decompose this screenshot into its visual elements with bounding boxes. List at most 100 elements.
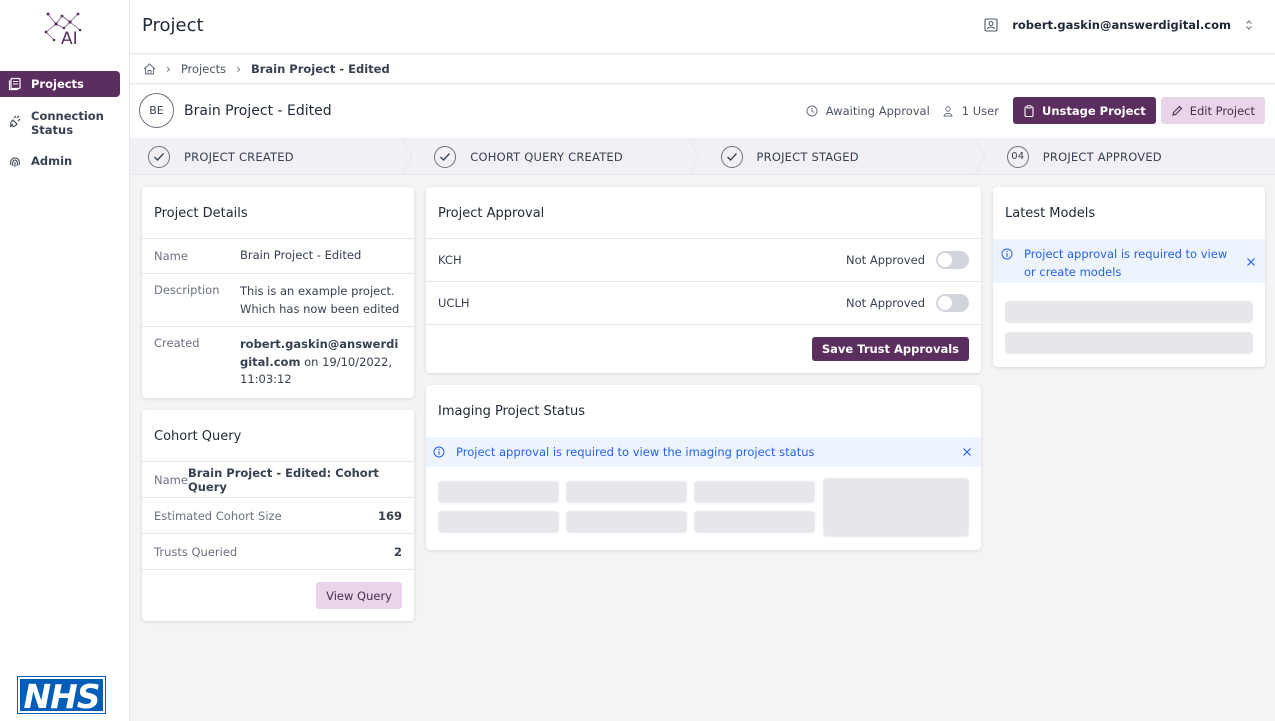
skeleton-placeholder bbox=[566, 511, 687, 533]
breadcrumb-projects-link[interactable]: Projects bbox=[181, 62, 226, 76]
sidebar-item-label: Connection Status bbox=[31, 109, 104, 137]
unstage-project-label: Unstage Project bbox=[1041, 103, 1146, 118]
cohort-label: Estimated Cohort Size bbox=[154, 508, 282, 523]
info-icon bbox=[433, 446, 445, 458]
sidebar-item-connection-status[interactable]: Connection Status bbox=[0, 109, 125, 137]
check-icon bbox=[148, 145, 170, 168]
imaging-info-alert: Project approval is required to view the… bbox=[426, 437, 981, 467]
project-avatar: BE bbox=[139, 93, 174, 128]
step-project-staged: PROJECT STAGED bbox=[703, 138, 989, 175]
detail-value: This is an example project. Which has no… bbox=[240, 284, 400, 316]
sidebar-item-admin[interactable]: Admin bbox=[0, 154, 120, 169]
breadcrumb-current: Brain Project - Edited bbox=[250, 62, 390, 76]
step-number: 04 bbox=[1006, 145, 1029, 168]
step-label: PROJECT APPROVED bbox=[1042, 149, 1162, 164]
sidebar-item-label: Projects bbox=[31, 77, 84, 91]
detail-row-created: Created robert.gaskin@answerdigital.com … bbox=[142, 327, 414, 397]
sidebar: AI Projects Connection Status Admin NHS bbox=[0, 0, 130, 721]
view-query-button[interactable]: View Query bbox=[316, 582, 402, 609]
logo-text: AI bbox=[61, 29, 78, 48]
step-divider bbox=[974, 138, 986, 175]
edit-project-button[interactable]: Edit Project bbox=[1160, 97, 1265, 124]
detail-value: Brain Project - Edited bbox=[240, 248, 362, 263]
alert-message: Project approval is required to view the… bbox=[456, 445, 815, 459]
detail-label: Created bbox=[154, 336, 200, 350]
chevron-right-icon: › bbox=[166, 62, 171, 76]
check-icon bbox=[720, 145, 743, 168]
cohort-row-name: Name Brain Project - Edited: Cohort Quer… bbox=[142, 462, 414, 498]
project-name: Brain Project - Edited bbox=[184, 103, 332, 119]
imaging-status-card: Imaging Project Status Project approval … bbox=[426, 385, 981, 550]
top-header: Project robert.gaskin@answerdigital.com bbox=[130, 0, 1275, 54]
save-trust-approvals-button[interactable]: Save Trust Approvals bbox=[811, 337, 969, 361]
trust-name: KCH bbox=[438, 253, 462, 267]
card-title: Project Details bbox=[142, 187, 414, 239]
detail-value: robert.gaskin@answerdigital.com on 19/10… bbox=[240, 336, 402, 397]
trust-name: UCLH bbox=[438, 296, 470, 310]
detail-label: Name bbox=[154, 249, 188, 263]
alert-message: Project approval is required to view or … bbox=[1024, 247, 1228, 279]
app-logo[interactable]: AI bbox=[40, 10, 86, 49]
user-menu[interactable]: robert.gaskin@answerdigital.com bbox=[984, 18, 1253, 32]
chevron-right-icon: › bbox=[236, 62, 241, 76]
cohort-value: Brain Project - Edited: Cohort Query bbox=[187, 465, 379, 494]
card-title: Imaging Project Status bbox=[438, 404, 585, 419]
nhs-logo: NHS bbox=[17, 676, 106, 715]
clock-icon bbox=[806, 105, 818, 116]
project-header: BE Brain Project - Edited Awaiting Appro… bbox=[130, 85, 1275, 138]
pencil-icon bbox=[1172, 105, 1182, 116]
skeleton-placeholder bbox=[1005, 332, 1253, 354]
users-count: 1 User bbox=[961, 103, 999, 118]
edit-project-label: Edit Project bbox=[1189, 103, 1255, 118]
detail-row-description: Description This is an example project. … bbox=[142, 274, 414, 327]
save-trust-approvals-label: Save Trust Approvals bbox=[821, 342, 959, 356]
cohort-row-trusts: Trusts Queried 2 bbox=[142, 534, 414, 570]
step-project-approved: 04 PROJECT APPROVED bbox=[989, 138, 1275, 175]
skeleton-placeholder bbox=[438, 511, 559, 533]
breadcrumb: › Projects › Brain Project - Edited bbox=[130, 55, 1275, 84]
projects-icon bbox=[8, 77, 21, 91]
close-icon[interactable] bbox=[962, 447, 972, 457]
step-divider bbox=[402, 138, 413, 175]
skeleton-placeholder bbox=[438, 481, 559, 503]
card-title: Latest Models bbox=[1005, 206, 1096, 221]
close-icon[interactable] bbox=[1246, 257, 1256, 267]
step-divider bbox=[688, 138, 700, 175]
home-icon[interactable] bbox=[143, 63, 156, 75]
clipboard-icon bbox=[1024, 104, 1034, 117]
cohort-query-card: Cohort Query Name Brain Project - Edited… bbox=[142, 410, 414, 621]
project-approval-card: Project Approval KCH Not Approved UCLH N… bbox=[426, 187, 981, 373]
detail-label: Description bbox=[154, 283, 220, 297]
sidebar-item-projects[interactable]: Projects bbox=[0, 71, 120, 97]
person-icon bbox=[943, 105, 953, 116]
cohort-label: Trusts Queried bbox=[154, 544, 238, 559]
skeleton-placeholder bbox=[694, 511, 815, 533]
skeleton-placeholder bbox=[566, 481, 687, 503]
latest-models-card: Latest Models Project approval is requir… bbox=[993, 187, 1265, 367]
skeleton-placeholder bbox=[1005, 301, 1253, 323]
project-details-card: Project Details Name Brain Project - Edi… bbox=[142, 187, 414, 398]
project-users: 1 User bbox=[942, 104, 999, 118]
approval-toggle[interactable] bbox=[936, 294, 969, 312]
sidebar-item-label: Admin bbox=[31, 154, 73, 168]
step-project-created: PROJECT CREATED bbox=[130, 138, 416, 175]
card-title: Project Approval bbox=[426, 187, 981, 239]
user-icon bbox=[984, 18, 998, 32]
models-info-alert: Project approval is required to view or … bbox=[993, 239, 1265, 283]
card-title: Cohort Query bbox=[142, 410, 414, 462]
trust-status: Not Approved bbox=[846, 296, 925, 310]
check-icon bbox=[434, 145, 457, 168]
fingerprint-icon bbox=[10, 157, 20, 167]
cohort-label: Name bbox=[154, 472, 188, 487]
cohort-value: 169 bbox=[377, 508, 402, 523]
view-query-label: View Query bbox=[326, 588, 392, 603]
user-email: robert.gaskin@answerdigital.com bbox=[1012, 18, 1231, 32]
approval-toggle[interactable] bbox=[936, 251, 969, 269]
step-label: PROJECT CREATED bbox=[184, 149, 294, 164]
step-cohort-query-created: COHORT QUERY CREATED bbox=[416, 138, 702, 175]
unstage-project-button[interactable]: Unstage Project bbox=[1012, 97, 1156, 124]
status-text: Awaiting Approval bbox=[825, 103, 930, 118]
page-title: Project bbox=[142, 15, 204, 36]
cohort-value: 2 bbox=[393, 544, 402, 559]
trust-row-uclh: UCLH Not Approved bbox=[426, 282, 981, 325]
